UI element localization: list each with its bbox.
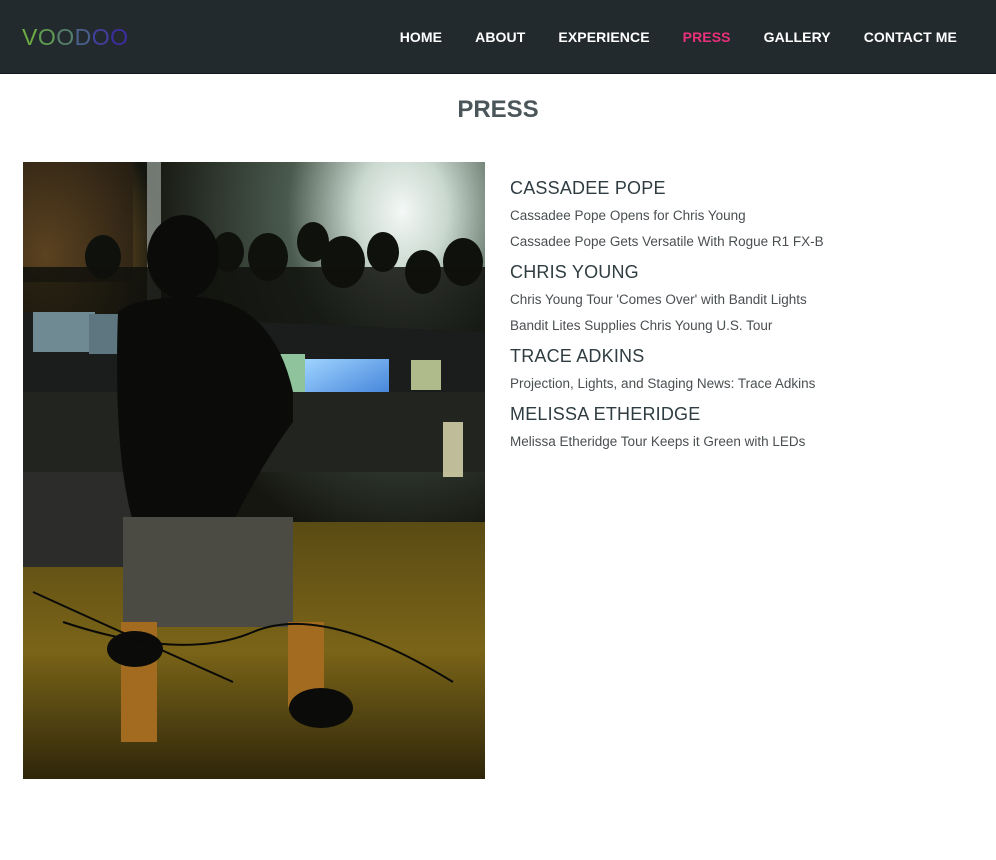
press-list: CASSADEE POPE Cassadee Pope Opens for Ch… bbox=[510, 177, 970, 461]
press-article-link[interactable]: Cassadee Pope Gets Versatile With Rogue … bbox=[510, 233, 970, 251]
artist-heading: CASSADEE POPE bbox=[510, 178, 666, 198]
page-title: PRESS bbox=[457, 96, 539, 123]
logo-letter: V bbox=[22, 24, 38, 50]
press-article-link[interactable]: Projection, Lights, and Staging News: Tr… bbox=[510, 375, 970, 393]
nav-about-link[interactable]: ABOUT bbox=[475, 29, 525, 45]
press-artist-group: MELISSA ETHERIDGE Melissa Etheridge Tour… bbox=[510, 403, 970, 451]
main-nav: HOME ABOUT EXPERIENCE PRESS GALLERY CONT… bbox=[400, 0, 957, 74]
press-article-link[interactable]: Chris Young Tour 'Comes Over' with Bandi… bbox=[510, 291, 970, 309]
logo-letter: D bbox=[74, 24, 92, 50]
nav-press-link[interactable]: PRESS bbox=[683, 29, 731, 45]
artist-heading: CHRIS YOUNG bbox=[510, 262, 639, 282]
press-artist-group: CASSADEE POPE Cassadee Pope Opens for Ch… bbox=[510, 177, 970, 251]
logo-letter: O bbox=[91, 24, 111, 50]
press-artist-group: CHRIS YOUNG Chris Young Tour 'Comes Over… bbox=[510, 261, 970, 335]
logo-letter: O bbox=[110, 24, 129, 50]
artist-heading: MELISSA ETHERIDGE bbox=[510, 404, 701, 424]
nav-experience-link[interactable]: EXPERIENCE bbox=[558, 29, 649, 45]
nav-contact-link[interactable]: CONTACT ME bbox=[864, 29, 957, 45]
press-article-link[interactable]: Cassadee Pope Opens for Chris Young bbox=[510, 207, 970, 225]
press-article-link[interactable]: Melissa Etheridge Tour Keeps it Green wi… bbox=[510, 433, 970, 451]
top-navbar: VOODOO HOME ABOUT EXPERIENCE PRESS GALLE… bbox=[0, 0, 996, 74]
nav-gallery-link[interactable]: GALLERY bbox=[764, 29, 831, 45]
press-artist-group: TRACE ADKINS Projection, Lights, and Sta… bbox=[510, 345, 970, 393]
lighting-console-photo bbox=[23, 162, 485, 779]
logo-letter: O bbox=[37, 24, 57, 50]
nav-home-link[interactable]: HOME bbox=[400, 29, 442, 45]
artist-heading: TRACE ADKINS bbox=[510, 346, 645, 366]
voodoo-logo[interactable]: VOODOO bbox=[22, 24, 129, 50]
press-article-link[interactable]: Bandit Lites Supplies Chris Young U.S. T… bbox=[510, 317, 970, 335]
logo-letter: O bbox=[56, 24, 75, 50]
